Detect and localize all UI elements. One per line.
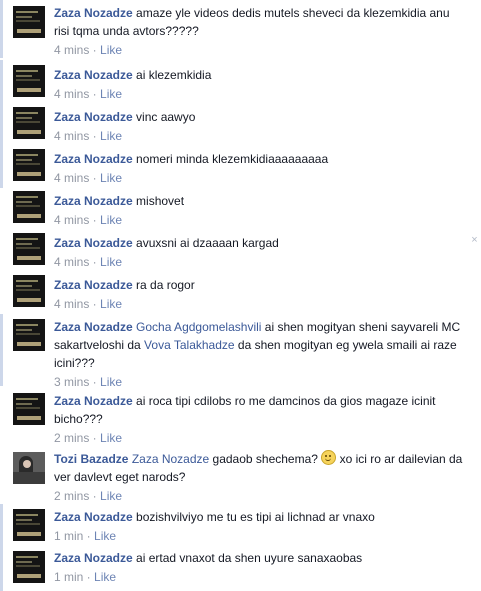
- avatar[interactable]: [13, 509, 45, 541]
- comment-text: avuxsni ai dzaaaan kargad: [136, 236, 279, 250]
- thread-bar: [0, 504, 3, 548]
- comment-text: gadaob shechema?: [209, 452, 322, 466]
- comment-feed: Zaza Nozadze amaze yle videos dedis mute…: [0, 0, 481, 591]
- comment-author[interactable]: Zaza Nozadze: [54, 194, 133, 208]
- comment-item: Zaza Nozadze nomeri minda klezemkidiaaaa…: [0, 144, 481, 188]
- avatar[interactable]: [13, 6, 45, 38]
- comment-author[interactable]: Zaza Nozadze: [54, 394, 133, 408]
- comment-author[interactable]: Zaza Nozadze: [54, 278, 133, 292]
- comment-time[interactable]: 4 mins: [54, 171, 89, 185]
- comment-author[interactable]: Zaza Nozadze: [54, 510, 133, 524]
- mention-link[interactable]: Vova Talakhadze: [144, 338, 235, 352]
- comment-author[interactable]: Zaza Nozadze: [54, 6, 133, 20]
- comment-item: Zaza Nozadze bozishvilviyo me tu es tipi…: [0, 504, 481, 548]
- comment-text: mishovet: [136, 194, 185, 208]
- avatar[interactable]: [13, 107, 45, 139]
- comment-time[interactable]: 4 mins: [54, 129, 89, 143]
- comment-item: Zaza Nozadze avuxsni ai dzaaaan kargad 4…: [0, 228, 481, 272]
- comment-item: Zaza Nozadze ra da rogor 4 mins · Like: [0, 270, 481, 314]
- comment-text: ai klezemkidia: [136, 68, 212, 82]
- comment-item: Zaza Nozadze vinc aawyo 4 mins · Like: [0, 102, 481, 146]
- thread-bar: [0, 546, 3, 591]
- comment-text: vinc aawyo: [136, 110, 196, 124]
- comment-time[interactable]: 4 mins: [54, 43, 89, 57]
- like-button[interactable]: Like: [100, 431, 122, 445]
- smile-emoji-icon: [321, 450, 337, 465]
- comment-author[interactable]: Zaza Nozadze: [54, 236, 133, 250]
- comment-author[interactable]: Zaza Nozadze: [54, 110, 133, 124]
- mention-link[interactable]: Zaza Nozadze: [132, 452, 209, 466]
- close-icon[interactable]: ×: [470, 235, 479, 246]
- thread-bar: [0, 60, 3, 104]
- comment-item: Zaza Nozadze ai ertad vnaxot da shen uyu…: [0, 546, 481, 591]
- mention-link[interactable]: Gocha Agdgomelashvili: [136, 320, 261, 334]
- like-button[interactable]: Like: [100, 213, 122, 227]
- comment-item: Zaza Nozadze mishovet 4 mins · Like: [0, 186, 481, 230]
- thread-bar: [0, 314, 3, 386]
- comment-item: Zaza Nozadze ai klezemkidia 4 mins · Lik…: [0, 60, 481, 104]
- like-button[interactable]: Like: [94, 529, 116, 543]
- comment-text: ra da rogor: [136, 278, 195, 292]
- avatar[interactable]: [13, 393, 45, 425]
- comment-author[interactable]: Zaza Nozadze: [54, 551, 133, 565]
- avatar[interactable]: [13, 319, 45, 351]
- avatar[interactable]: [13, 551, 45, 583]
- like-button[interactable]: Like: [100, 255, 122, 269]
- thread-bar: [0, 102, 3, 146]
- comment-time[interactable]: 2 mins: [54, 431, 89, 445]
- avatar[interactable]: [13, 191, 45, 223]
- avatar[interactable]: [13, 149, 45, 181]
- avatar[interactable]: [13, 233, 45, 265]
- thread-bar: [0, 144, 3, 188]
- comment-text: nomeri minda klezemkidiaaaaaaaaa: [136, 152, 329, 166]
- comment-time[interactable]: 2 mins: [54, 489, 89, 503]
- like-button[interactable]: Like: [100, 297, 122, 311]
- comment-item: Zaza Nozadze amaze yle videos dedis mute…: [0, 0, 481, 58]
- comment-time[interactable]: 4 mins: [54, 255, 89, 269]
- comment-time[interactable]: 1 min: [54, 570, 83, 584]
- comment-time[interactable]: 4 mins: [54, 87, 89, 101]
- comment-time[interactable]: 4 mins: [54, 213, 89, 227]
- comment-author[interactable]: Zaza Nozadze: [54, 320, 133, 334]
- like-button[interactable]: Like: [100, 171, 122, 185]
- like-button[interactable]: Like: [100, 129, 122, 143]
- comment-author[interactable]: Tozi Bazadze: [54, 452, 128, 466]
- comment-text: ai ertad vnaxot da shen uyure sanaxaobas: [136, 551, 363, 565]
- comment-item: Zaza Nozadze Gocha Agdgomelashvili ai sh…: [0, 314, 481, 389]
- comment-item: Zaza Nozadze ai roca tipi cdilobs ro me …: [0, 388, 481, 446]
- comment-author[interactable]: Zaza Nozadze: [54, 152, 133, 166]
- avatar[interactable]: [13, 452, 45, 484]
- like-button[interactable]: Like: [100, 375, 122, 389]
- like-button[interactable]: Like: [100, 87, 122, 101]
- thread-bar: [0, 0, 3, 58]
- avatar[interactable]: [13, 65, 45, 97]
- avatar[interactable]: [13, 275, 45, 307]
- like-button[interactable]: Like: [94, 570, 116, 584]
- comment-time[interactable]: 1 min: [54, 529, 83, 543]
- like-button[interactable]: Like: [100, 43, 122, 57]
- comment-item: Tozi Bazadze Zaza Nozadze gadaob shechem…: [0, 446, 481, 504]
- comment-time[interactable]: 4 mins: [54, 297, 89, 311]
- like-button[interactable]: Like: [100, 489, 122, 503]
- comment-author[interactable]: Zaza Nozadze: [54, 68, 133, 82]
- comment-time[interactable]: 3 mins: [54, 375, 89, 389]
- comment-text: bozishvilviyo me tu es tipi ai lichnad a…: [136, 510, 375, 524]
